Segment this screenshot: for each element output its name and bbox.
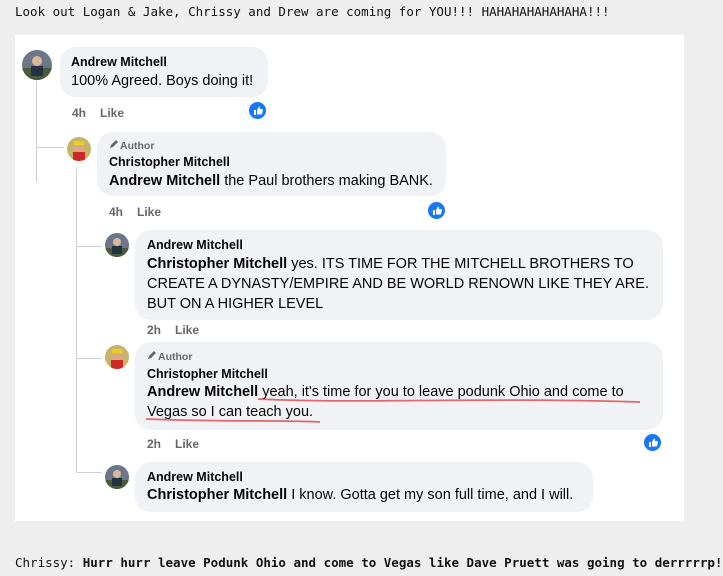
footer-quote-text: Hurr hurr leave Podunk Ohio and come to … bbox=[82, 555, 723, 570]
comment-timestamp[interactable]: 2h bbox=[147, 437, 161, 451]
comment-timestamp[interactable]: 2h bbox=[147, 323, 161, 337]
comment-text: Christopher Mitchell yes. ITS TIME FOR T… bbox=[147, 256, 649, 312]
comment-meta: 4h Like bbox=[109, 205, 161, 219]
like-reaction-icon[interactable] bbox=[427, 201, 446, 220]
like-button[interactable]: Like bbox=[175, 323, 199, 337]
comment-meta: 4h Like bbox=[72, 106, 124, 120]
avatar[interactable] bbox=[22, 50, 52, 80]
comment-author-name[interactable]: Andrew Mitchell bbox=[71, 55, 167, 69]
pencil-icon bbox=[147, 350, 158, 363]
comment-timestamp[interactable]: 4h bbox=[109, 205, 123, 219]
comment-text: Christopher Mitchell I know. Gotta get m… bbox=[147, 487, 574, 503]
thread-line bbox=[36, 70, 37, 182]
thread-line bbox=[76, 472, 102, 473]
like-button[interactable]: Like bbox=[100, 106, 124, 120]
mention-link[interactable]: Christopher Mitchell bbox=[147, 487, 287, 503]
thread-line bbox=[76, 358, 102, 359]
like-reaction-icon[interactable] bbox=[248, 101, 267, 120]
comment-author-name[interactable]: Christopher Mitchell bbox=[109, 155, 230, 169]
avatar[interactable] bbox=[67, 137, 91, 161]
author-badge: Author bbox=[109, 139, 154, 152]
avatar[interactable] bbox=[105, 465, 129, 489]
mention-link[interactable]: Andrew Mitchell bbox=[109, 173, 220, 189]
post-caption: Look out Logan & Jake, Chrissy and Drew … bbox=[15, 4, 610, 19]
like-button[interactable]: Like bbox=[137, 205, 161, 219]
mention-link[interactable]: Christopher Mitchell bbox=[147, 256, 287, 272]
footer-quote: Chrissy: Hurr hurr leave Podunk Ohio and… bbox=[15, 555, 722, 570]
avatar[interactable] bbox=[105, 345, 129, 369]
pencil-icon bbox=[109, 139, 120, 152]
comment-meta: 2h Like bbox=[147, 323, 199, 337]
comment-author-name[interactable]: Andrew Mitchell bbox=[147, 238, 243, 252]
comment-text: Andrew Mitchell the Paul brothers making… bbox=[109, 173, 433, 189]
red-underline-annotation bbox=[145, 398, 641, 423]
avatar[interactable] bbox=[105, 233, 129, 257]
footer-speaker: Chrissy: bbox=[15, 555, 76, 570]
thread-line bbox=[76, 246, 102, 247]
comment-meta: 2h Like bbox=[147, 437, 199, 451]
like-button[interactable]: Like bbox=[175, 437, 199, 451]
author-badge: Author bbox=[147, 350, 192, 363]
thread-line bbox=[36, 147, 64, 148]
comment-author-name[interactable]: Andrew Mitchell bbox=[147, 470, 243, 484]
comment-author-name[interactable]: Christopher Mitchell bbox=[147, 367, 268, 381]
thread-line bbox=[76, 167, 77, 472]
like-reaction-icon[interactable] bbox=[643, 433, 662, 452]
comment-timestamp[interactable]: 4h bbox=[72, 106, 86, 120]
comment-text: 100% Agreed. Boys doing it! bbox=[71, 73, 254, 89]
comment-thread-panel: Andrew Mitchell 100% Agreed. Boys doing … bbox=[15, 35, 684, 521]
